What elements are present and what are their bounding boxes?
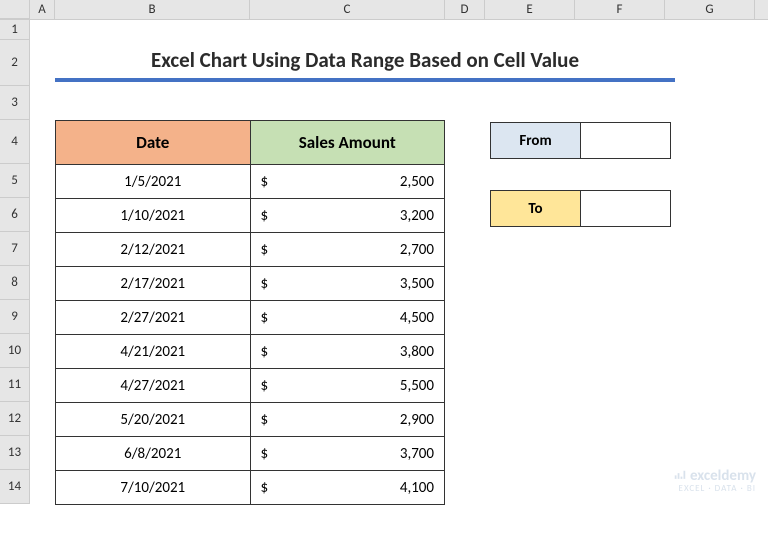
to-parameter: To [490,190,671,227]
table-row[interactable]: 2/12/2021$2,700 [56,233,445,267]
cell-date[interactable]: 2/12/2021 [56,233,251,267]
sales-amount: 4,500 [261,309,435,327]
cell-date[interactable]: 7/10/2021 [56,471,251,505]
sales-amount: 4,100 [261,479,435,497]
watermark-sub: EXCEL · DATA · BI [673,484,756,494]
column-headers-row: A B C D E F G [0,0,768,20]
to-input-cell[interactable] [581,191,671,227]
spreadsheet: A B C D E F G 1 2 3 4 5 6 7 8 9 10 11 12… [0,0,768,553]
currency-symbol: $ [261,241,269,259]
cell-date[interactable]: 4/21/2021 [56,335,251,369]
sales-amount: 3,500 [261,275,435,293]
select-all-corner[interactable] [0,0,30,19]
table-row[interactable]: 5/20/2021$2,900 [56,403,445,437]
row-header-10[interactable]: 10 [0,334,30,368]
cell-date[interactable]: 6/8/2021 [56,437,251,471]
currency-symbol: $ [261,377,269,395]
sales-amount: 3,800 [261,343,435,361]
row-header-8[interactable]: 8 [0,266,30,300]
data-table: Date Sales Amount 1/5/2021$2,500 1/10/20… [55,120,445,505]
row-header-7[interactable]: 7 [0,232,30,266]
sales-amount: 2,700 [261,241,435,259]
column-header-D[interactable]: D [445,0,485,19]
table-row[interactable]: 4/27/2021$5,500 [56,369,445,403]
cell-date[interactable]: 2/17/2021 [56,267,251,301]
from-parameter: From [490,122,671,159]
table-header-sales[interactable]: Sales Amount [250,121,445,165]
title-underline [55,78,675,82]
row-header-4[interactable]: 4 [0,120,30,164]
cell-sales[interactable]: $2,700 [250,233,445,267]
currency-symbol: $ [261,309,269,327]
sales-amount: 3,200 [261,207,435,225]
sales-amount: 2,500 [261,173,435,191]
column-header-B[interactable]: B [55,0,250,19]
cell-sales[interactable]: $2,900 [250,403,445,437]
cell-sales[interactable]: $4,100 [250,471,445,505]
table-row[interactable]: 2/27/2021$4,500 [56,301,445,335]
to-label[interactable]: To [491,191,581,227]
currency-symbol: $ [261,343,269,361]
table-row[interactable]: 6/8/2021$3,700 [56,437,445,471]
column-header-G[interactable]: G [665,0,755,19]
cell-date[interactable]: 2/27/2021 [56,301,251,335]
sales-amount: 2,900 [261,411,435,429]
sales-amount: 3,700 [261,445,435,463]
row-header-13[interactable]: 13 [0,436,30,470]
cell-sales[interactable]: $4,500 [250,301,445,335]
column-header-A[interactable]: A [30,0,55,19]
watermark: exceldemy EXCEL · DATA · BI [673,468,756,494]
table-row[interactable]: 1/5/2021$2,500 [56,165,445,199]
chart-icon [673,469,687,483]
cell-sales[interactable]: $2,500 [250,165,445,199]
row-header-9[interactable]: 9 [0,300,30,334]
cell-sales[interactable]: $3,500 [250,267,445,301]
currency-symbol: $ [261,207,269,225]
row-header-14[interactable]: 14 [0,470,30,504]
cell-date[interactable]: 5/20/2021 [56,403,251,437]
cell-sales[interactable]: $5,500 [250,369,445,403]
cell-date[interactable]: 1/5/2021 [56,165,251,199]
sales-amount: 5,500 [261,377,435,395]
row-header-6[interactable]: 6 [0,198,30,232]
table-row[interactable]: 4/21/2021$3,800 [56,335,445,369]
table-header-date[interactable]: Date [56,121,251,165]
row-header-5[interactable]: 5 [0,164,30,198]
column-header-C[interactable]: C [250,0,445,19]
cell-sales[interactable]: $3,700 [250,437,445,471]
table-row[interactable]: 2/17/2021$3,500 [56,267,445,301]
row-header-12[interactable]: 12 [0,402,30,436]
currency-symbol: $ [261,275,269,293]
column-header-E[interactable]: E [485,0,575,19]
row-header-11[interactable]: 11 [0,368,30,402]
from-label[interactable]: From [491,123,581,159]
currency-symbol: $ [261,411,269,429]
cell-sales[interactable]: $3,800 [250,335,445,369]
cell-date[interactable]: 1/10/2021 [56,199,251,233]
from-input-cell[interactable] [581,123,671,159]
cell-grid[interactable]: Excel Chart Using Data Range Based on Ce… [30,20,768,504]
row-header-2[interactable]: 2 [0,40,30,86]
row-header-1[interactable]: 1 [0,20,30,40]
watermark-brand: exceldemy [690,467,756,485]
cell-sales[interactable]: $3,200 [250,199,445,233]
cell-date[interactable]: 4/27/2021 [56,369,251,403]
table-row[interactable]: 7/10/2021$4,100 [56,471,445,505]
currency-symbol: $ [261,479,269,497]
row-headers-col: 1 2 3 4 5 6 7 8 9 10 11 12 13 14 [0,20,30,504]
currency-symbol: $ [261,173,269,191]
row-header-3[interactable]: 3 [0,86,30,120]
currency-symbol: $ [261,445,269,463]
column-header-F[interactable]: F [575,0,665,19]
table-row[interactable]: 1/10/2021$3,200 [56,199,445,233]
